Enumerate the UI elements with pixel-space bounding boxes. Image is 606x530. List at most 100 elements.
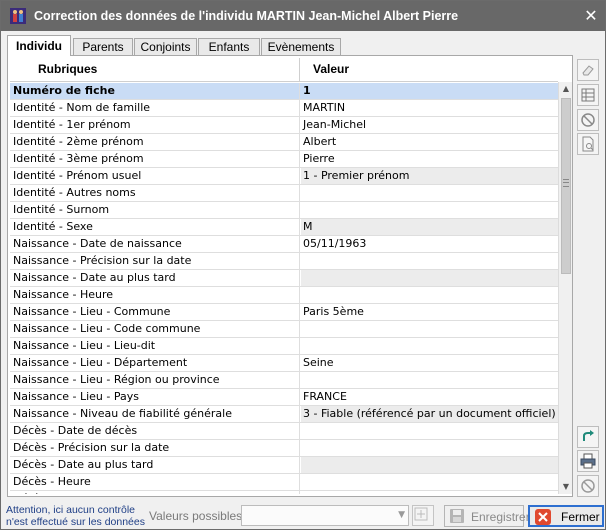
- tab-conjoints[interactable]: Conjoints: [134, 38, 197, 56]
- eraser-button[interactable]: [577, 59, 599, 81]
- table-row[interactable]: Naissance - Niveau de fiabilité générale…: [10, 406, 558, 423]
- rubrique-cell: Naissance - Heure: [10, 287, 300, 303]
- vertical-scrollbar[interactable]: ▲ ▼: [558, 82, 572, 494]
- table-row[interactable]: Identité - 1er prénom Jean-Michel: [10, 117, 558, 134]
- rubrique-cell: Identité - Prénom usuel: [10, 168, 300, 184]
- valeur-cell[interactable]: [301, 202, 558, 218]
- cancel-button[interactable]: [577, 109, 599, 131]
- table-row[interactable]: Identité - Surnom: [10, 202, 558, 219]
- close-button-label: Fermer: [561, 510, 600, 524]
- valeur-cell[interactable]: Pierre: [301, 151, 558, 167]
- save-button[interactable]: Enregistrer: [444, 505, 530, 527]
- valeur-cell[interactable]: 1 - Premier prénom: [301, 168, 558, 184]
- table-row[interactable]: Identité - Prénom usuel 1 - Premier préno…: [10, 168, 558, 185]
- table-button[interactable]: [577, 84, 599, 106]
- tab-evenements[interactable]: Evènements: [261, 38, 341, 56]
- rubrique-cell: Naissance - Date de naissance: [10, 236, 300, 252]
- eraser-icon: [582, 65, 594, 76]
- document-search-button[interactable]: [577, 133, 599, 155]
- valeur-cell[interactable]: [301, 423, 558, 439]
- table-row[interactable]: Décès - Date de décès: [10, 423, 558, 440]
- rubrique-cell: Naissance - Niveau de fiabilité générale: [10, 406, 300, 422]
- valeur-cell[interactable]: [301, 287, 558, 303]
- table-row[interactable]: Naissance - Précision sur la date: [10, 253, 558, 270]
- refresh-button[interactable]: [577, 426, 599, 448]
- tab-individu[interactable]: Individu: [7, 35, 71, 56]
- rubrique-cell: Identité - 1er prénom: [10, 117, 300, 133]
- grid-rows: Numéro de fiche 1 Identité - Nom de famill…: [10, 83, 558, 494]
- table-row[interactable]: Identité - Sexe M: [10, 219, 558, 236]
- close-window-button[interactable]: ✕: [579, 4, 603, 28]
- individu-panel: Rubriques Valeur Numéro de fiche 1 Identit…: [7, 55, 573, 497]
- rubrique-cell: Identité - 3ème prénom: [10, 151, 300, 167]
- table-row[interactable]: Décès - Lieu - Commune: [10, 491, 558, 494]
- rubrique-cell: Numéro de fiche: [10, 83, 300, 99]
- valeur-cell[interactable]: [301, 338, 558, 354]
- table-row[interactable]: Identité - 2ème prénom Albert: [10, 134, 558, 151]
- apply-value-button[interactable]: [412, 505, 434, 526]
- valeur-cell[interactable]: [301, 270, 558, 286]
- warning-line-1: Attention, ici aucun contrôle: [6, 504, 135, 516]
- scroll-up-arrow[interactable]: ▲: [559, 82, 573, 96]
- table-row[interactable]: Décès - Date au plus tard: [10, 457, 558, 474]
- valeur-cell[interactable]: [301, 457, 558, 473]
- valeur-cell[interactable]: [301, 372, 558, 388]
- rubrique-cell: Naissance - Lieu - Pays: [10, 389, 300, 405]
- warning-line-2: n'est effectué sur les données: [6, 516, 145, 528]
- table-row[interactable]: Naissance - Lieu - Région ou province: [10, 372, 558, 389]
- valeur-cell[interactable]: Jean-Michel: [301, 117, 558, 133]
- floppy-disk-icon: [450, 509, 464, 523]
- rubrique-cell: Naissance - Lieu - Lieu-dit: [10, 338, 300, 354]
- column-header-valeur[interactable]: Valeur: [301, 58, 558, 82]
- print-button[interactable]: [577, 450, 599, 472]
- tab-parents[interactable]: Parents: [73, 38, 133, 56]
- selected-table-row[interactable]: Numéro de fiche 1: [10, 83, 558, 100]
- table-row[interactable]: Naissance - Lieu - Commune Paris 5ème: [10, 304, 558, 321]
- valeur-cell[interactable]: MARTIN: [301, 100, 558, 116]
- warning-text: Attention, ici aucun contrôle n'est effe…: [6, 504, 148, 528]
- valeur-cell[interactable]: [301, 440, 558, 456]
- valeur-cell[interactable]: [301, 474, 558, 490]
- document-search-icon: [582, 136, 594, 152]
- table-row[interactable]: Naissance - Lieu - Département Seine: [10, 355, 558, 372]
- valeur-cell[interactable]: 3 - Fiable (référencé par un document of…: [301, 406, 558, 422]
- table-row[interactable]: Naissance - Lieu - Code commune: [10, 321, 558, 338]
- valeur-cell[interactable]: 1: [301, 83, 558, 99]
- valeur-cell[interactable]: FRANCE: [301, 389, 558, 405]
- valeur-cell[interactable]: 05/11/1963: [301, 236, 558, 252]
- table-row[interactable]: Identité - 3ème prénom Pierre: [10, 151, 558, 168]
- scrollbar-thumb[interactable]: [561, 98, 571, 274]
- table-row[interactable]: Naissance - Lieu - Pays FRANCE: [10, 389, 558, 406]
- valeur-cell[interactable]: Paris 5ème: [301, 304, 558, 320]
- rubrique-cell: Identité - Nom de famille: [10, 100, 300, 116]
- table-row[interactable]: Naissance - Date de naissance 05/11/1963: [10, 236, 558, 253]
- table-row[interactable]: Naissance - Date au plus tard: [10, 270, 558, 287]
- rubrique-cell: Identité - Autres noms: [10, 185, 300, 201]
- column-header-rubriques[interactable]: Rubriques: [10, 58, 300, 82]
- table-row[interactable]: Identité - Nom de famille MARTIN: [10, 100, 558, 117]
- cancel-icon: [581, 113, 595, 127]
- close-button[interactable]: Fermer: [528, 505, 604, 527]
- table-row[interactable]: Naissance - Lieu - Lieu-dit: [10, 338, 558, 355]
- data-grid: Rubriques Valeur Numéro de fiche 1 Identit…: [10, 58, 558, 494]
- valeur-cell[interactable]: [301, 185, 558, 201]
- table-row[interactable]: Naissance - Heure: [10, 287, 558, 304]
- valeur-cell[interactable]: [301, 491, 558, 494]
- table-row[interactable]: Décès - Heure: [10, 474, 558, 491]
- rubrique-cell: Naissance - Date au plus tard: [10, 270, 300, 286]
- valeurs-possibles-select[interactable]: ▼: [241, 505, 409, 526]
- valeur-cell[interactable]: [301, 253, 558, 269]
- valeur-cell[interactable]: Albert: [301, 134, 558, 150]
- valeurs-possibles-label: Valeurs possibles: [149, 509, 243, 523]
- table-icon: [581, 88, 595, 102]
- valeur-cell[interactable]: Seine: [301, 355, 558, 371]
- forbidden-button[interactable]: [577, 475, 599, 497]
- table-row[interactable]: Identité - Autres noms: [10, 185, 558, 202]
- rubrique-cell: Décès - Date au plus tard: [10, 457, 300, 473]
- grip-icon: [563, 179, 569, 187]
- table-row[interactable]: Décès - Précision sur la date: [10, 440, 558, 457]
- tab-enfants[interactable]: Enfants: [198, 38, 260, 56]
- scroll-down-arrow[interactable]: ▼: [559, 480, 573, 494]
- valeur-cell[interactable]: [301, 321, 558, 337]
- valeur-cell[interactable]: M: [301, 219, 558, 235]
